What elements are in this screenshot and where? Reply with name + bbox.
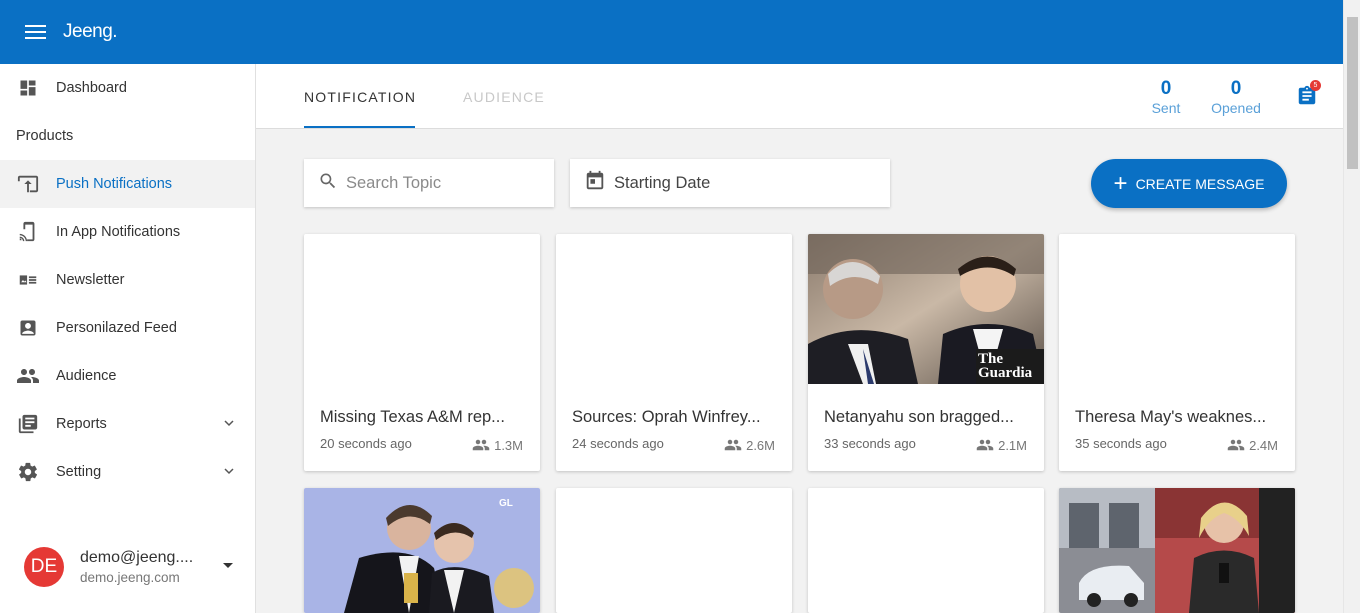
sent-count: 0 bbox=[1160, 78, 1172, 99]
card-audience-count: 2.4M bbox=[1249, 437, 1278, 453]
menu-icon[interactable] bbox=[25, 24, 47, 40]
clipboard-icon[interactable]: 5 bbox=[1296, 80, 1321, 108]
starting-date-picker[interactable]: Starting Date bbox=[570, 159, 890, 207]
sent-label: Sent bbox=[1151, 100, 1181, 116]
app-logo[interactable]: Jeeng. bbox=[63, 21, 118, 43]
chevron-down-icon[interactable] bbox=[223, 465, 235, 481]
starting-date-label: Starting Date bbox=[614, 173, 711, 192]
sidebar-item-audience[interactable]: Audience bbox=[0, 352, 255, 400]
calendar-icon bbox=[584, 170, 606, 197]
message-card[interactable] bbox=[808, 488, 1044, 613]
card-image bbox=[1059, 234, 1295, 384]
gear-icon bbox=[16, 460, 40, 484]
people-icon bbox=[16, 364, 40, 388]
sent-stat: 0 Sent bbox=[1151, 78, 1181, 116]
card-title: Missing Texas A&M rep... bbox=[320, 408, 505, 426]
sidebar-item-label: Setting bbox=[56, 464, 102, 480]
sidebar-section-products: Products bbox=[16, 128, 74, 144]
opened-count: 0 bbox=[1230, 78, 1242, 99]
person-feed-icon bbox=[16, 316, 40, 340]
sidebar-item-label: Dashboard bbox=[56, 80, 127, 96]
message-card[interactable]: Missing Texas A&M rep... 20 seconds ago … bbox=[304, 234, 540, 471]
sidebar-item-newsletter[interactable]: Newsletter bbox=[0, 256, 255, 304]
sidebar-item-label: Personilazed Feed bbox=[56, 320, 177, 336]
message-card[interactable]: Theresa May's weaknes... 35 seconds ago … bbox=[1059, 234, 1295, 471]
avatar: DE bbox=[24, 547, 64, 587]
card-title: Sources: Oprah Winfrey... bbox=[572, 408, 761, 426]
card-time: 20 seconds ago bbox=[320, 436, 412, 451]
search-placeholder: Search Topic bbox=[346, 173, 442, 192]
card-title: Theresa May's weaknes... bbox=[1075, 408, 1267, 426]
card-audience-count: 2.6M bbox=[746, 437, 775, 453]
search-icon bbox=[318, 171, 338, 196]
card-image bbox=[304, 234, 540, 384]
vertical-scrollbar[interactable] bbox=[1343, 0, 1360, 613]
sidebar-item-label: In App Notifications bbox=[56, 224, 181, 240]
caret-down-icon[interactable] bbox=[223, 563, 233, 568]
scrollbar-thumb[interactable] bbox=[1347, 17, 1358, 169]
sidebar-item-push-notifications[interactable]: Push Notifications bbox=[0, 160, 255, 208]
sidebar-item-label: Push Notifications bbox=[56, 176, 173, 192]
card-title: Netanyahu son bragged... bbox=[824, 408, 1014, 426]
sidebar-item-label: Newsletter bbox=[56, 272, 125, 288]
create-message-button[interactable]: + CREATE MESSAGE bbox=[1091, 159, 1287, 208]
sidebar: Dashboard Products Push Notifications In… bbox=[0, 64, 256, 613]
card-audience: 2.4M bbox=[1224, 436, 1278, 454]
card-image bbox=[556, 488, 792, 613]
search-input[interactable]: Search Topic bbox=[304, 159, 554, 207]
push-notification-icon bbox=[16, 172, 40, 196]
tab-bar: NOTIFICATION AUDIENCE 0 Sent 0 Opened 5 bbox=[256, 64, 1343, 129]
sidebar-item-in-app-notifications[interactable]: In App Notifications bbox=[0, 208, 255, 256]
user-email: demo@jeeng.... bbox=[80, 549, 194, 566]
message-card[interactable] bbox=[556, 488, 792, 613]
notification-badge: 5 bbox=[1310, 80, 1321, 91]
people-icon bbox=[472, 439, 490, 451]
user-account[interactable]: DE demo@jeeng.... demo.jeeng.com bbox=[0, 521, 255, 613]
card-image bbox=[808, 488, 1044, 613]
sidebar-item-reports[interactable]: Reports bbox=[0, 400, 255, 448]
plus-icon: + bbox=[1113, 169, 1128, 197]
sidebar-item-personalized-feed[interactable]: Personilazed Feed bbox=[0, 304, 255, 352]
card-audience: 2.1M bbox=[973, 436, 1027, 454]
card-audience: 1.3M bbox=[469, 436, 523, 454]
card-image-photo bbox=[1059, 488, 1295, 613]
user-domain: demo.jeeng.com bbox=[80, 570, 180, 585]
opened-stat: 0 Opened bbox=[1209, 78, 1263, 116]
message-card[interactable]: Netanyahu son bragged... 33 seconds ago … bbox=[808, 234, 1044, 471]
card-time: 24 seconds ago bbox=[572, 436, 664, 451]
reports-icon bbox=[16, 412, 40, 436]
dashboard-icon bbox=[16, 76, 40, 100]
message-card[interactable] bbox=[1059, 488, 1295, 613]
card-audience-count: 2.1M bbox=[998, 437, 1027, 453]
sidebar-item-setting[interactable]: Setting bbox=[0, 448, 255, 496]
people-icon bbox=[976, 439, 994, 451]
people-icon bbox=[1227, 439, 1245, 451]
sidebar-item-dashboard[interactable]: Dashboard bbox=[0, 64, 255, 112]
opened-label: Opened bbox=[1211, 100, 1261, 116]
card-image-photo: GL bbox=[304, 488, 540, 613]
message-card[interactable]: Sources: Oprah Winfrey... 24 seconds ago… bbox=[556, 234, 792, 471]
card-audience: 2.6M bbox=[721, 436, 775, 454]
cast-icon bbox=[16, 220, 40, 244]
app-bar: Jeeng. bbox=[0, 0, 1343, 64]
svg-text:GL: GL bbox=[499, 498, 513, 509]
card-audience-count: 1.3M bbox=[494, 437, 523, 453]
message-card[interactable]: GL bbox=[304, 488, 540, 613]
people-icon bbox=[724, 439, 742, 451]
card-time: 35 seconds ago bbox=[1075, 436, 1167, 451]
chevron-down-icon[interactable] bbox=[223, 417, 235, 433]
newsletter-icon bbox=[16, 268, 40, 292]
tab-notification[interactable]: NOTIFICATION bbox=[304, 89, 416, 105]
card-image bbox=[556, 234, 792, 384]
sidebar-item-label: Reports bbox=[56, 416, 107, 432]
watermark-label: The Guardia bbox=[978, 351, 1033, 381]
create-message-label: CREATE MESSAGE bbox=[1135, 175, 1265, 192]
tab-audience[interactable]: AUDIENCE bbox=[463, 89, 545, 105]
card-time: 33 seconds ago bbox=[824, 436, 916, 451]
active-tab-indicator bbox=[304, 126, 415, 128]
sidebar-item-label: Audience bbox=[56, 368, 117, 384]
